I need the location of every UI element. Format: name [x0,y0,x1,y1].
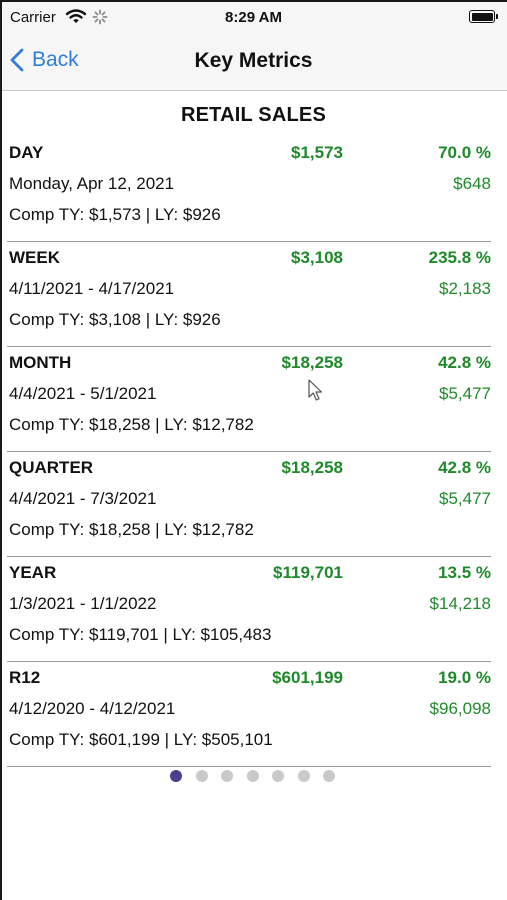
device-frame-edge [0,0,507,2]
metric-dollar-change: $648 [453,174,491,193]
page-dot[interactable] [246,770,259,782]
metric-period-label: MONTH [9,353,72,372]
metric-percent-change: 13.5 % [438,563,491,582]
metric-percent-change: 42.8 % [438,353,491,372]
metric-date-range: 4/4/2021 - 7/3/2021 [9,489,157,508]
metric-row: R12 $601,199 19.0 % 4/12/2020 - 4/12/2021 $9… [7,662,491,767]
metric-period-label: YEAR [9,563,57,582]
metric-percent-change: 42.8 % [438,458,491,477]
page-dot[interactable] [297,770,310,782]
section-title: RETAIL SALES [180,104,326,126]
metric-dollar-change: $14,218 [429,594,491,613]
metric-amount: $3,108 [291,248,343,267]
metric-row: WEEK $3,108 235.8 % 4/11/2021 - 4/17/2021 $2… [7,242,491,347]
metric-period-label: DAY [9,143,44,162]
device-frame-edge [0,0,2,900]
metric-row: YEAR $119,701 13.5 % 1/3/2021 - 1/1/2022 $14… [7,557,491,662]
metric-comparison: Comp TY: $1,573 | LY: $926 [9,205,221,224]
metric-amount: $601,199 [272,668,343,687]
metric-dollar-change: $5,477 [439,489,491,508]
metric-period-label: R12 [9,668,41,687]
page-dot[interactable] [195,770,208,782]
battery-icon [469,10,498,23]
metric-date-range: 4/12/2020 - 4/12/2021 [9,699,176,718]
status-time: 8:29 AM [225,9,282,26]
metrics-list: DAY $1,573 70.0 % Monday, Apr 12, 2021 $648 C… [0,137,507,767]
metric-row: DAY $1,573 70.0 % Monday, Apr 12, 2021 $648 C… [7,137,491,242]
page-control[interactable] [0,770,507,782]
status-bar: Carrier 8:29 AM [0,0,507,36]
metric-comparison: Comp TY: $18,258 | LY: $12,782 [9,415,254,434]
metric-dollar-change: $5,477 [439,384,491,403]
metric-comparison: Comp TY: $3,108 | LY: $926 [9,310,221,329]
metric-amount: $18,258 [281,458,343,477]
metric-comparison: Comp TY: $18,258 | LY: $12,782 [9,520,254,539]
battery-nub [496,14,498,19]
metric-comparison: Comp TY: $601,199 | LY: $505,101 [9,730,273,749]
metric-comparison: Comp TY: $119,701 | LY: $105,483 [9,625,272,644]
metric-period-label: QUARTER [9,458,94,477]
metric-date-range: 1/3/2021 - 1/1/2022 [9,594,157,613]
metric-amount: $18,258 [281,353,343,372]
page-dot[interactable] [221,770,233,782]
metric-percent-change: 70.0 % [438,143,491,162]
metric-row: MONTH $18,258 42.8 % 4/4/2021 - 5/1/2021 $5,… [7,347,491,452]
metric-percent-change: 19.0 % [438,668,491,687]
page-dot[interactable] [170,770,182,782]
page-dot[interactable] [272,770,284,782]
metric-date-range: 4/4/2021 - 5/1/2021 [9,384,157,403]
metric-period-label: WEEK [9,248,60,267]
metric-date-range: Monday, Apr 12, 2021 [9,174,175,193]
page-title: Key Metrics [194,49,313,72]
metric-date-range: 4/11/2021 - 4/17/2021 [9,279,175,298]
battery-fill [471,12,493,21]
mouse-cursor-icon [308,379,323,401]
metric-row: QUARTER $18,258 42.8 % 4/4/2021 - 7/3/2021 $… [7,452,491,557]
metric-dollar-change: $96,098 [429,699,491,718]
metric-amount: $1,573 [291,143,343,162]
metric-percent-change: 235.8 % [428,248,491,267]
page-dot[interactable] [323,770,335,782]
metric-amount: $119,701 [273,563,343,582]
navigation-bar: Back Key Metrics [0,36,507,91]
metric-dollar-change: $2,183 [439,279,491,298]
